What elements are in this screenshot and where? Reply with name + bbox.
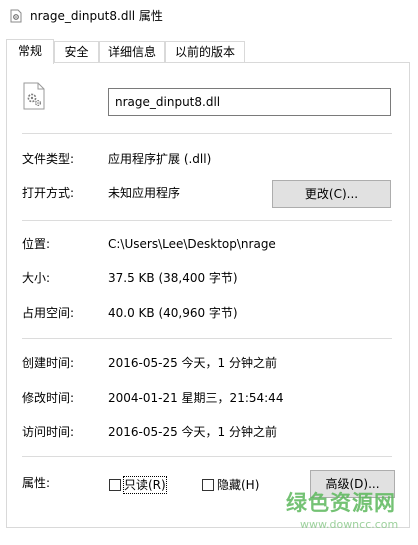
- opens-with-value: 未知应用程序: [108, 186, 181, 200]
- dll-file-icon: [23, 82, 45, 110]
- divider: [22, 220, 392, 221]
- divider: [22, 133, 392, 134]
- divider: [22, 338, 392, 339]
- file-type-label: 文件类型:: [22, 152, 75, 166]
- modified-value: 2004-01-21 星期三，21:54:44: [108, 391, 284, 405]
- readonly-checkbox[interactable]: [109, 479, 121, 491]
- file-name-field[interactable]: nrage_dinput8.dll: [108, 88, 391, 116]
- hidden-label[interactable]: 隐藏(H): [217, 477, 259, 493]
- tab-previous-versions[interactable]: 以前的版本: [165, 41, 245, 63]
- window-title: nrage_dinput8.dll 属性: [30, 9, 163, 23]
- change-button[interactable]: 更改(C)...: [272, 180, 391, 208]
- general-tab-panel: [6, 62, 410, 528]
- size-on-disk-label: 占用空间:: [22, 306, 75, 320]
- size-label: 大小:: [22, 271, 51, 285]
- tab-details[interactable]: 详细信息: [99, 41, 165, 63]
- modified-label: 修改时间:: [22, 391, 75, 405]
- created-value: 2016-05-25 今天，1 分钟之前: [108, 356, 278, 370]
- location-value: C:\Users\Lee\Desktop\nrage: [108, 237, 276, 251]
- attributes-label: 属性:: [22, 476, 51, 490]
- tab-security[interactable]: 安全: [54, 41, 99, 63]
- size-on-disk-value: 40.0 KB (40,960 字节): [108, 306, 238, 320]
- accessed-label: 访问时间:: [22, 425, 75, 439]
- opens-with-label: 打开方式:: [22, 186, 75, 200]
- created-label: 创建时间:: [22, 356, 75, 370]
- tab-general[interactable]: 常规: [6, 39, 54, 64]
- title-bar: nrage_dinput8.dll 属性: [0, 0, 418, 32]
- readonly-label[interactable]: 只读(R): [123, 476, 167, 494]
- advanced-button[interactable]: 高级(D)...: [310, 470, 395, 498]
- hidden-checkbox[interactable]: [202, 479, 214, 491]
- divider: [22, 456, 392, 457]
- accessed-value: 2016-05-25 今天，1 分钟之前: [108, 425, 278, 439]
- tab-strip: 常规 安全 详细信息 以前的版本: [0, 39, 418, 64]
- file-type-value: 应用程序扩展 (.dll): [108, 152, 212, 166]
- settings-gear-file-icon: [10, 9, 22, 23]
- location-label: 位置:: [22, 237, 51, 251]
- size-value: 37.5 KB (38,400 字节): [108, 271, 238, 285]
